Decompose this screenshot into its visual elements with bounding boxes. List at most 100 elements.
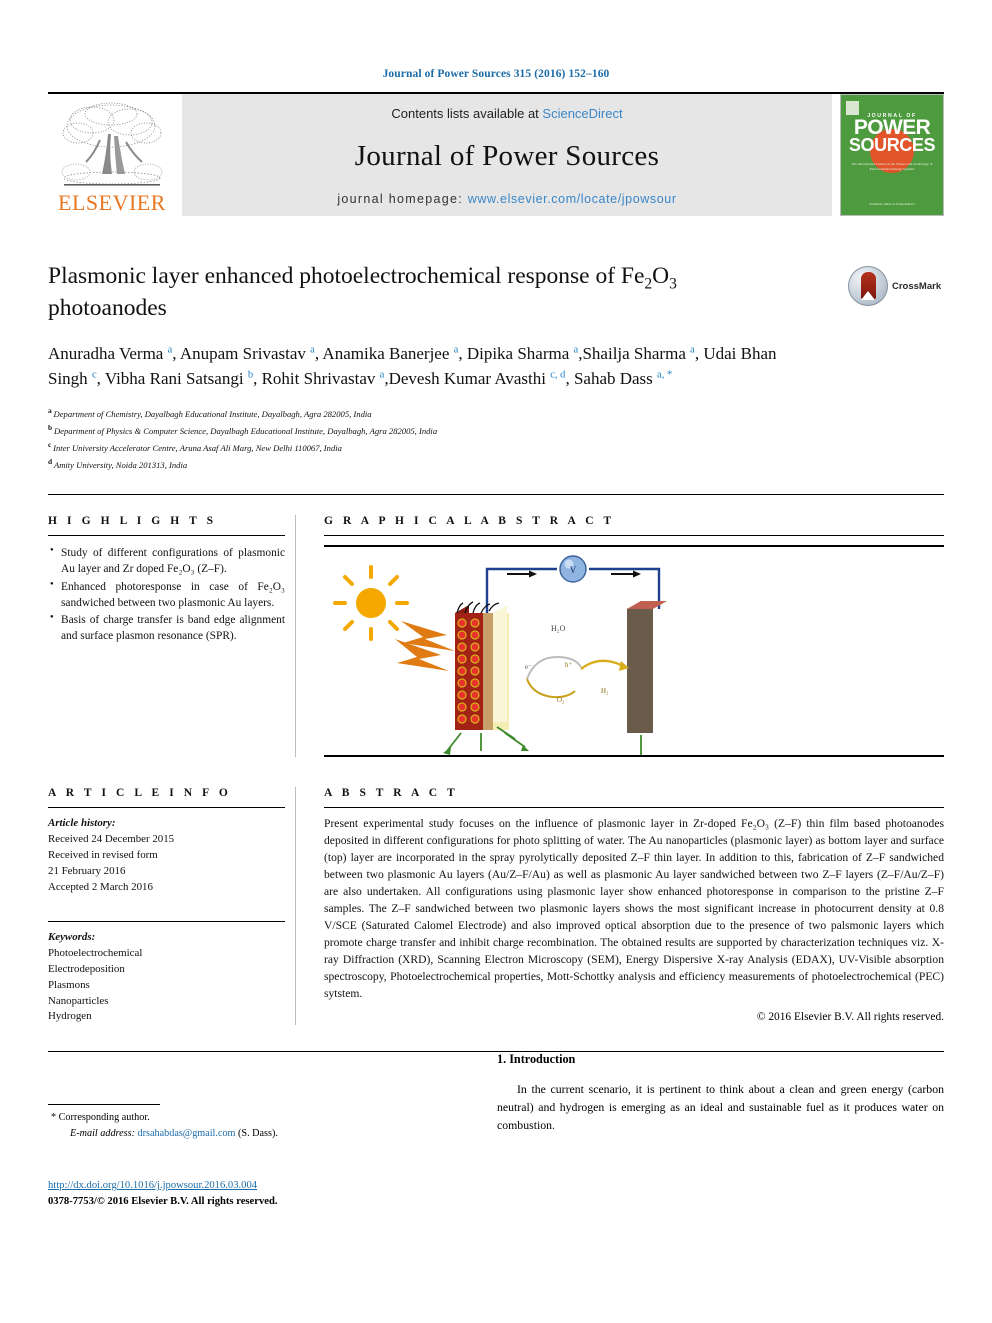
svg-text:H₂O: H₂O <box>551 624 566 633</box>
article-history-label: Article history: <box>48 817 116 830</box>
cover-footer-text: Available online at ScienceDirect <box>869 201 915 206</box>
article-info-rule <box>48 807 285 809</box>
running-head: Journal of Power Sources 315 (2016) 152–… <box>382 68 610 80</box>
svg-text:V: V <box>570 565 577 575</box>
author-name: Rohit Shrivastav <box>261 369 380 388</box>
corresponding-author-note: * Corresponding author. E-mail address: … <box>48 1110 468 1141</box>
author-separator: , <box>458 343 467 363</box>
graphical-abstract-heading: G R A P H I C A L A B S T R A C T <box>324 515 615 528</box>
article-history-entry: Received 24 December 2015 <box>48 833 175 846</box>
affiliation-entry: d Amity University, Noida 201313, India <box>48 456 188 470</box>
author-name: Dipika Sharma <box>466 343 574 363</box>
introduction-section: 1. Introduction In the current scenario,… <box>469 1052 944 1141</box>
title-part-o: O <box>652 263 670 289</box>
article-history-entry: 21 February 2016 <box>48 864 126 877</box>
cover-sources-label: SOURCES <box>848 135 936 156</box>
author-name: Anamika Banerjee <box>322 343 454 363</box>
title-part-2: photoanodes <box>48 295 167 322</box>
svg-text:h⁺: h⁺ <box>565 661 573 669</box>
abstract-heading: A B S T R A C T <box>324 787 459 800</box>
doi-block: http://dx.doi.org/10.1016/j.jpowsour.201… <box>48 1178 278 1210</box>
author-list: Anuradha Verma a, Anupam Srivastav a, An… <box>48 341 808 391</box>
keywords-block: Keywords: Photoelectrochemical Electrodep… <box>48 930 285 1025</box>
highlights-column: H I G H L I G H T S Study of different c… <box>48 515 295 757</box>
highlight-item: Study of different configurations of pla… <box>50 545 285 577</box>
affiliation-entry: b Department of Physics & Computer Scien… <box>48 422 438 436</box>
introduction-paragraph: In the current scenario, it is pertinent… <box>497 1082 944 1133</box>
article-history-entry: Accepted 2 March 2016 <box>48 880 153 893</box>
author-separator: , <box>253 369 262 388</box>
crossmark-logo-icon <box>848 266 888 306</box>
abstract-rule <box>324 807 944 809</box>
keyword-item: Plasmons <box>48 978 90 991</box>
keywords-list: Photoelectrochemical Electrodeposition Pla… <box>48 946 285 1025</box>
cover-blurb: The International Journal on the Science… <box>851 162 933 172</box>
keywords-rule <box>48 921 285 923</box>
abstract-copyright: © 2016 Elsevier B.V. All rights reserved… <box>756 1011 944 1024</box>
affiliation-list: a Department of Chemistry, Dayalbagh Edu… <box>48 405 944 472</box>
crossmark-label: CrossMark <box>892 280 942 292</box>
affiliation-entry: c Inter University Accelerator Centre, A… <box>48 439 342 453</box>
content-band-rule <box>48 494 944 496</box>
journal-homepage-line: journal homepage: www.elsevier.com/locat… <box>337 192 676 206</box>
affiliation-entry: a Department of Chemistry, Dayalbagh Edu… <box>48 406 372 420</box>
author-name: Anuradha Verma <box>48 343 168 363</box>
highlights-rule <box>48 535 285 537</box>
pec-cell-diagram: V H₂O e⁻ h⁺ O₂ H₂ <box>333 555 667 786</box>
journal-masthead: ELSEVIER Contents lists available at Sci… <box>48 94 944 216</box>
page-footer: * Corresponding author. E-mail address: … <box>48 1052 944 1207</box>
article-info-column: A R T I C L E I N F O Article history: R… <box>48 787 295 1025</box>
page-title: Plasmonic layer enhanced photoelectroche… <box>48 262 768 324</box>
elsevier-logo: ELSEVIER <box>48 94 176 216</box>
author-name: Shailja Sharma <box>582 343 691 363</box>
elsevier-wordmark: ELSEVIER <box>58 190 166 215</box>
author-separator: , <box>172 343 180 363</box>
highlights-list: Study of different configurations of pla… <box>48 545 285 644</box>
keyword-item: Hydrogen <box>48 1010 92 1023</box>
introduction-heading: 1. Introduction <box>497 1052 576 1067</box>
abstract-column: A B S T R A C T Present experimental stu… <box>296 787 944 1025</box>
article-info-heading: A R T I C L E I N F O <box>48 787 232 800</box>
author-separator: , <box>565 369 574 388</box>
footnote-rule <box>48 1104 160 1106</box>
contents-prefix: Contents lists available at <box>391 106 543 121</box>
svg-text:O₂: O₂ <box>557 696 565 704</box>
footnote-star: * <box>51 1112 57 1124</box>
abstract-body: Present experimental study focuses on th… <box>324 817 944 1000</box>
highlight-item: Basis of charge transfer is band edge al… <box>50 612 285 644</box>
info-abstract-columns: A R T I C L E I N F O Article history: R… <box>48 787 944 1026</box>
article-history-list: Received 24 December 2015 Received in rev… <box>48 832 285 895</box>
footer-left: * Corresponding author. E-mail address: … <box>48 1104 468 1207</box>
contents-list-line: Contents lists available at ScienceDirec… <box>391 106 622 121</box>
sciencedirect-link[interactable]: ScienceDirect <box>542 106 622 121</box>
cover-elsevier-logo-icon <box>846 101 859 115</box>
keywords-label: Keywords: <box>48 931 96 944</box>
author-affiliation-marker: c, d <box>550 369 566 381</box>
author-affiliation-marker: a, * <box>657 369 673 381</box>
keyword-item: Electrodeposition <box>48 962 125 975</box>
graphical-abstract-column: G R A P H I C A L A B S T R A C T V H₂O … <box>296 515 944 786</box>
corresponding-author-label: Corresponding author. <box>58 1112 150 1124</box>
crossmark-badge[interactable]: CrossMark <box>848 262 944 310</box>
title-part-1: Plasmonic layer enhanced photoelectroche… <box>48 263 645 289</box>
email-label: E-mail address: <box>70 1127 135 1139</box>
title-sub-2: 2 <box>644 275 653 293</box>
homepage-url-link[interactable]: www.elsevier.com/locate/jpowsour <box>468 192 677 206</box>
doi-link[interactable]: http://dx.doi.org/10.1016/j.jpowsour.201… <box>48 1180 257 1191</box>
article-history-entry: Received in revised form <box>48 848 158 861</box>
email-owner: (S. Dass). <box>238 1127 278 1139</box>
email-link[interactable]: drsahabdas@gmail.com <box>138 1128 236 1139</box>
journal-cover-thumbnail: JOURNAL OF POWER SOURCES The Internation… <box>840 94 944 216</box>
elsevier-tree-icon <box>61 102 163 186</box>
graphical-abstract-rule <box>324 535 944 537</box>
keyword-item: Photoelectrochemical <box>48 947 143 960</box>
title-sub-3: 3 <box>669 275 677 293</box>
highlights-graphical-columns: H I G H L I G H T S Study of different c… <box>48 515 944 786</box>
article-history-block: Article history: Received 24 December 20… <box>48 816 285 895</box>
homepage-prefix: journal homepage: <box>337 192 468 206</box>
keyword-item: Nanoparticles <box>48 994 109 1007</box>
journal-title: Journal of Power Sources <box>354 140 660 172</box>
author-name: Anupam Srivastav <box>179 343 311 363</box>
title-block: CrossMark Plasmonic layer enhanced photo… <box>48 262 944 472</box>
highlight-item: Enhanced photoresponse in case of Fe₂O₃ … <box>50 579 285 611</box>
